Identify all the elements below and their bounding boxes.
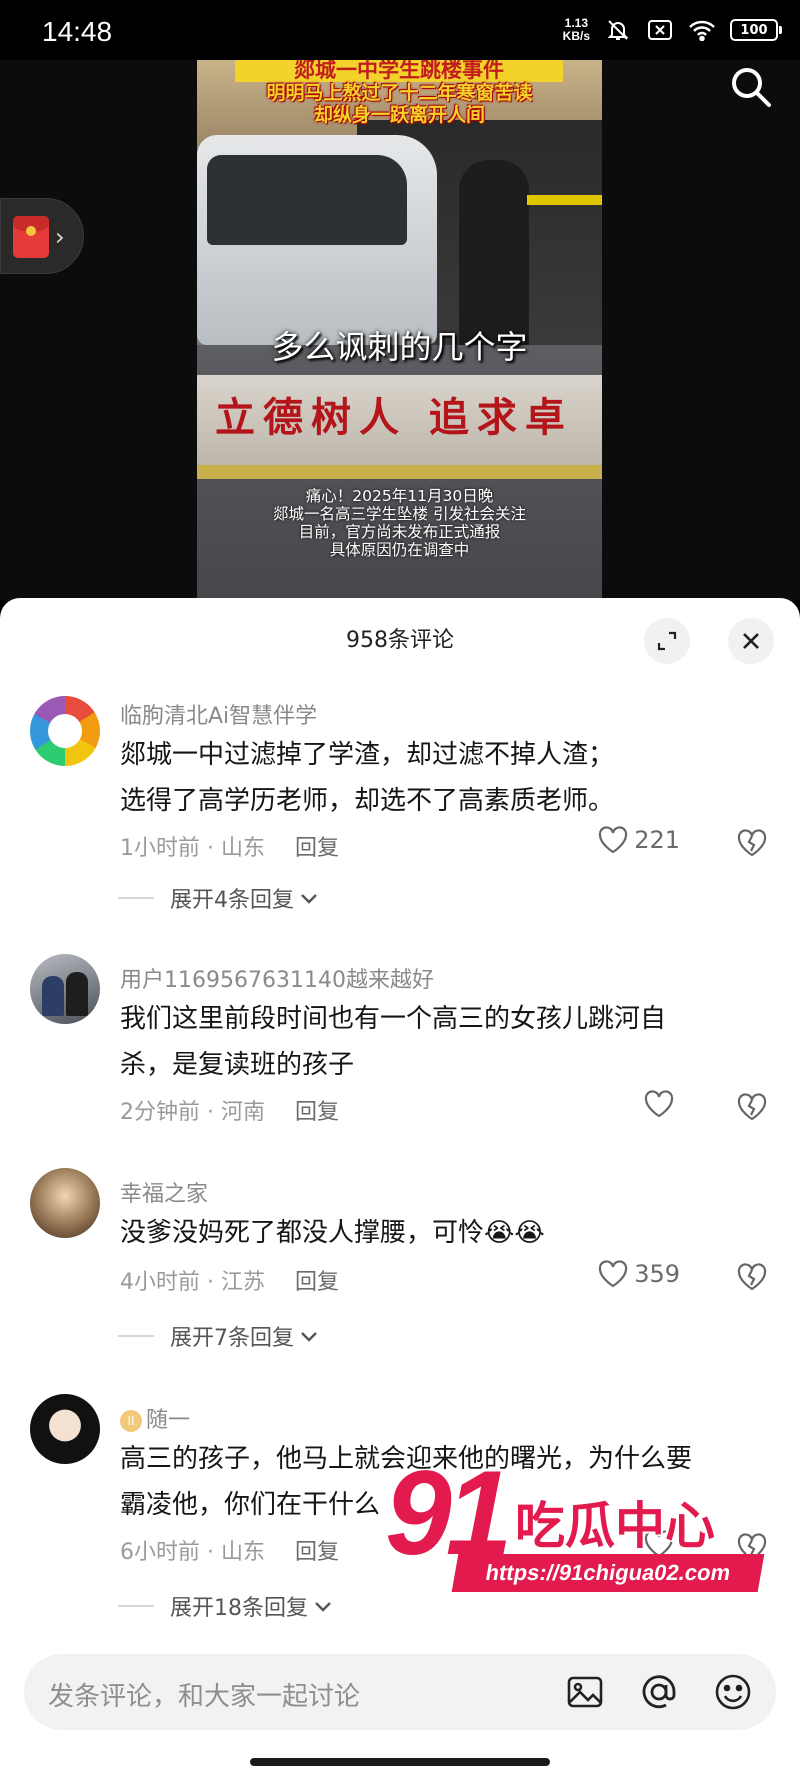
expand-replies-button[interactable]: 展开4条回复 [118, 882, 320, 914]
dislike-button[interactable] [736, 828, 768, 860]
red-envelope-button[interactable]: › [0, 198, 84, 274]
comment-username[interactable]: II 随一 [120, 1402, 190, 1434]
video-wall-text: 立德树人 追求卓 [215, 394, 573, 441]
search-icon[interactable] [728, 64, 774, 110]
reply-button[interactable]: 回复 [295, 1540, 339, 1565]
mute-bell-icon [604, 16, 632, 44]
watermark-logo: 91 吃瓜中心 https://91chigua02.com [385, 1448, 765, 1598]
comment-text: 郯城一中过滤掉了学渣，却过滤不掉人渣； 选得了高学历老师，却选不了高素质老师。 [120, 740, 615, 816]
avatar[interactable] [30, 954, 100, 1024]
comment-text: 没爹没妈死了都没人撑腰，可怜😭😭 [120, 1218, 545, 1248]
comment-username[interactable]: 用户1169567631140越来越好 [120, 962, 434, 994]
emoji-icon[interactable] [712, 1671, 754, 1713]
expand-replies-button[interactable]: 展开18条回复 [118, 1590, 334, 1622]
network-speed: 1.13 KB/s [562, 16, 590, 43]
reply-button[interactable]: 回复 [295, 1270, 339, 1295]
broken-heart-icon [737, 829, 767, 857]
status-time: 14:48 [42, 16, 113, 47]
comment-meta: 6小时前 · 山东 回复 [120, 1540, 340, 1565]
avatar[interactable] [30, 1394, 100, 1464]
home-indicator[interactable] [250, 1758, 550, 1766]
like-count: 359 [634, 1260, 680, 1288]
video-car [197, 135, 437, 345]
watermark-url: https://91chigua02.com [451, 1554, 765, 1592]
comment-meta: 1小时前 · 山东 回复 [120, 836, 340, 861]
comment-meta: 4小时前 · 江苏 回复 [120, 1270, 340, 1295]
status-bar: 14:48 1.13 KB/s 100 [0, 0, 800, 60]
at-icon[interactable] [638, 1671, 680, 1713]
broken-heart-icon [737, 1263, 767, 1291]
like-button[interactable]: 359 [598, 1260, 680, 1288]
image-icon[interactable] [564, 1671, 606, 1713]
comments-sheet: 958条评论 临朐清北Ai智慧伴学 郯城一中过滤掉了学渣，却过滤不掉人渣； 选得… [0, 598, 800, 1777]
reply-button[interactable]: 回复 [295, 1100, 339, 1125]
avatar[interactable] [30, 1168, 100, 1238]
video-subtitle-2: 却纵身一跃离开人间 [313, 104, 485, 126]
sim-off-icon [646, 16, 674, 44]
red-envelope-icon [13, 216, 49, 258]
heart-icon [599, 1260, 628, 1288]
chevron-right-icon: › [55, 223, 65, 251]
close-sheet-button[interactable] [728, 618, 774, 664]
avatar[interactable] [30, 696, 100, 766]
broken-heart-icon [737, 1093, 767, 1121]
like-count: 221 [634, 826, 680, 854]
dislike-button[interactable] [736, 1262, 768, 1294]
video-railing [527, 195, 602, 205]
like-button[interactable] [644, 1090, 680, 1118]
comment-username[interactable]: 临朐清北Ai智慧伴学 [120, 698, 317, 730]
expand-icon [657, 631, 677, 651]
video-caption: 多么讽刺的几个字 [271, 328, 528, 366]
comment-meta: 2分钟前 · 河南 回复 [120, 1100, 340, 1125]
reply-button[interactable]: 回复 [295, 836, 339, 861]
wifi-icon [688, 16, 716, 44]
comment-input-bar[interactable]: 发条评论，和大家一起讨论 [24, 1654, 776, 1730]
expand-sheet-button[interactable] [644, 618, 690, 664]
chevron-down-icon [301, 894, 317, 904]
battery-icon: 100 [730, 19, 782, 41]
video-player[interactable]: 立德树人 追求卓 郯城一中学生跳楼事件 明明马上熬过了十二年寒窗苦读 却纵身一跃… [0, 60, 800, 600]
like-button[interactable]: 221 [598, 826, 680, 854]
close-icon [743, 633, 759, 649]
video-notice: 痛心！2025年11月30日晚 郯城一名高三学生坠楼 引发社会关注 目前，官方尚… [273, 487, 526, 559]
watermark-text: 吃瓜中心 [515, 1497, 715, 1555]
user-level-badge: II [120, 1410, 142, 1432]
comment-username[interactable]: 幸福之家 [120, 1176, 208, 1208]
chevron-down-icon [315, 1602, 331, 1612]
status-icons: 1.13 KB/s 100 [562, 16, 782, 44]
video-frame[interactable]: 立德树人 追求卓 郯城一中学生跳楼事件 明明马上熬过了十二年寒窗苦读 却纵身一跃… [197, 60, 602, 600]
comment-text: 我们这里前段时间也有一个高三的女孩儿跳河自 杀，是复读班的孩子 [120, 1004, 667, 1080]
heart-icon [644, 1090, 674, 1118]
dislike-button[interactable] [736, 1092, 768, 1124]
heart-icon [599, 826, 628, 854]
expand-replies-button[interactable]: 展开7条回复 [118, 1320, 320, 1352]
chevron-down-icon [301, 1332, 317, 1342]
comment-input[interactable]: 发条评论，和大家一起讨论 [48, 1676, 360, 1713]
